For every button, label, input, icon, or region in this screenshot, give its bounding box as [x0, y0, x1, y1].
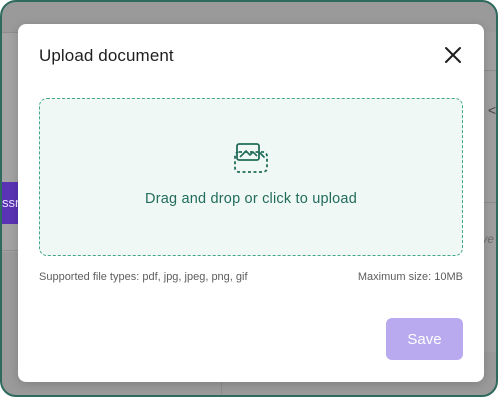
background-chevron-icon: <: [487, 102, 496, 118]
upload-document-dialog: Upload document Drag and drop or click t…: [18, 24, 484, 382]
close-button[interactable]: [442, 44, 464, 66]
image-upload-icon: [234, 143, 268, 173]
close-icon: [445, 47, 461, 63]
maximum-size: Maximum size: 10MB: [357, 271, 463, 283]
file-dropzone[interactable]: Drag and drop or click to upload: [39, 98, 463, 256]
supported-file-types: Supported file types: pdf, jpg, jpeg, pn…: [39, 271, 248, 283]
dropzone-label: Drag and drop or click to upload: [145, 191, 357, 207]
dialog-title: Upload document: [39, 46, 174, 65]
app-window: ssn < ve Upload document Drag and drop o…: [0, 0, 498, 397]
save-button[interactable]: Save: [386, 318, 463, 360]
